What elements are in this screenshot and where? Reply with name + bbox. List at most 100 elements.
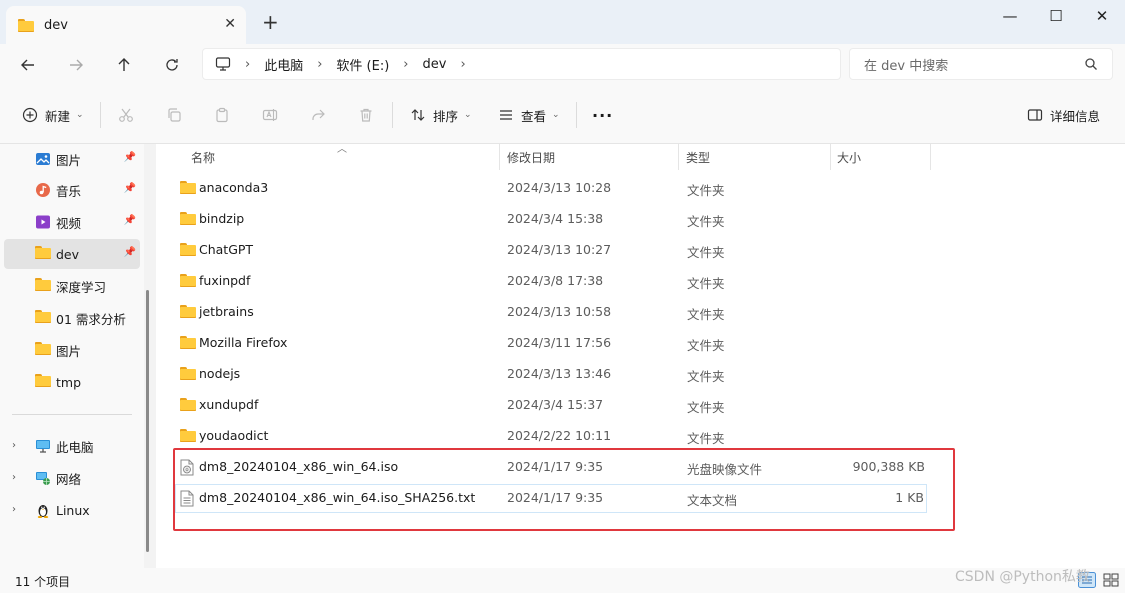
column-divider[interactable] [678,144,679,170]
chevron-right-icon[interactable]: › [12,472,16,483]
search-placeholder: 在 dev 中搜索 [864,58,949,74]
sidebar-item-dev[interactable]: dev 📌 [4,239,140,269]
file-row[interactable]: youdaodict 2024/2/22 10:11 文件夹 [175,422,927,451]
sidebar-item-pictures[interactable]: 图片 📌 [4,144,140,174]
column-divider[interactable] [499,144,500,170]
chevron-right-icon[interactable]: › [12,504,16,515]
new-button[interactable]: 新建 ⌄ [22,103,84,127]
file-size: 900,388 KB [852,459,925,474]
address-bar[interactable]: › 此电脑 › 软件 (E:) › dev › [202,48,841,80]
sidebar-item-deep-learning[interactable]: 深度学习 [4,271,140,301]
file-row-selected[interactable]: dm8_20240104_x86_win_64.iso_SHA256.txt 2… [175,484,927,513]
file-name: xundupdf [199,397,259,412]
sidebar-item-requirements[interactable]: 01 需求分析 [4,303,140,333]
paste-button[interactable] [214,103,230,127]
details-pane-icon [1027,109,1043,121]
sidebar-item-linux[interactable]: › Linux [0,495,140,525]
close-button[interactable]: ✕ [1079,0,1125,32]
file-date: 2024/3/4 15:37 [507,397,604,412]
copy-button[interactable] [166,103,182,127]
network-icon [36,472,50,485]
file-date: 2024/3/13 10:58 [507,304,612,319]
forward-button[interactable] [62,52,90,78]
sidebar-item-label: 此电脑 [56,439,94,455]
file-date: 2024/1/17 9:35 [507,459,604,474]
sidebar-item-label: dev [56,246,80,262]
file-name: Mozilla Firefox [199,335,288,350]
sidebar-item-label: 深度学习 [56,279,107,295]
up-button[interactable] [110,52,138,78]
computer-icon [215,57,231,71]
cut-button[interactable] [118,103,134,127]
file-name: fuxinpdf [199,273,251,288]
search-icon [1085,58,1097,70]
tab-dev[interactable]: dev ✕ [6,6,246,44]
file-type: 文件夹 [687,338,725,353]
sidebar-item-videos[interactable]: 视频 📌 [4,207,140,237]
more-options-button[interactable]: ··· [592,103,613,127]
paste-icon [216,107,228,123]
column-divider[interactable] [930,144,931,170]
item-count: 11 个项目 [15,575,71,589]
sidebar-item-this-pc[interactable]: › 此电脑 [0,431,140,461]
pin-icon: 📌 [123,183,136,194]
file-row[interactable]: nodejs 2024/3/13 13:46 文件夹 [175,360,927,389]
sidebar-item-pictures-folder[interactable]: 图片 [4,335,140,365]
chevron-right-icon[interactable]: › [460,57,465,72]
sort-icon [411,109,425,121]
breadcrumb-dev[interactable]: dev [423,57,447,72]
sidebar-item-label: 01 需求分析 [56,311,126,327]
breadcrumb-drive-e[interactable]: 软件 (E:) [336,55,389,74]
file-type: 文件夹 [687,245,725,260]
sidebar-item-network[interactable]: › 网络 [0,463,140,493]
chevron-right-icon: › [403,56,409,72]
column-header-size[interactable]: 大小 [837,144,861,170]
file-name: dm8_20240104_x86_win_64.iso [199,459,399,474]
sort-button[interactable]: 排序 ⌄ [410,103,472,127]
minimize-button[interactable]: — [987,0,1033,32]
file-type: 光盘映像文件 [687,462,763,477]
refresh-button[interactable] [158,52,186,78]
back-button[interactable] [14,52,42,78]
sidebar-item-music[interactable]: 音乐 📌 [4,175,140,205]
chevron-right-icon: › [317,56,323,72]
delete-button[interactable] [358,103,374,127]
file-row[interactable]: dm8_20240104_x86_win_64.iso 2024/1/17 9:… [175,453,927,482]
file-row[interactable]: ChatGPT 2024/3/13 10:27 文件夹 [175,236,927,265]
sort-ascending-icon: ︿ [337,144,347,155]
file-row[interactable]: bindzip 2024/3/4 15:38 文件夹 [175,205,927,234]
view-button[interactable]: 查看 ⌄ [498,103,560,127]
file-name: dm8_20240104_x86_win_64.iso_SHA256.txt [199,490,476,505]
tiles-view-icon[interactable] [1102,572,1120,588]
details-pane-button[interactable]: 详细信息 [1027,103,1100,127]
new-tab-button[interactable]: + [262,12,279,32]
rename-icon [262,109,278,121]
file-row[interactable]: fuxinpdf 2024/3/8 17:38 文件夹 [175,267,927,296]
column-header-date[interactable]: 修改日期 [507,144,555,170]
file-type: 文件夹 [687,431,725,446]
rename-button[interactable] [262,103,278,127]
chevron-right-icon[interactable]: › [12,440,16,451]
file-row[interactable]: xundupdf 2024/3/4 15:37 文件夹 [175,391,927,420]
sidebar-scrollbar[interactable] [146,290,149,552]
file-date: 2024/3/13 10:28 [507,180,612,195]
search-input[interactable]: 在 dev 中搜索 [849,48,1113,80]
breadcrumb-this-pc[interactable]: 此电脑 [264,55,303,74]
share-button[interactable] [310,103,326,127]
close-tab-icon[interactable]: ✕ [224,16,236,32]
column-header-name[interactable]: 名称 [191,144,215,170]
column-header-type[interactable]: 类型 [686,144,710,170]
column-divider[interactable] [830,144,831,170]
file-date: 2024/3/4 15:38 [507,211,604,226]
pin-icon: 📌 [123,247,136,258]
details-label: 详细信息 [1050,108,1101,124]
sidebar-item-label: tmp [56,374,82,390]
text-file-icon [180,490,194,507]
sidebar-item-tmp[interactable]: tmp [4,367,140,397]
file-row[interactable]: anaconda3 2024/3/13 10:28 文件夹 [175,174,927,203]
maximize-button[interactable]: ☐ [1033,0,1079,32]
file-row[interactable]: jetbrains 2024/3/13 10:58 文件夹 [175,298,927,327]
file-type: 文件夹 [687,400,725,415]
file-row[interactable]: Mozilla Firefox 2024/3/11 17:56 文件夹 [175,329,927,358]
folder-icon [180,398,196,411]
